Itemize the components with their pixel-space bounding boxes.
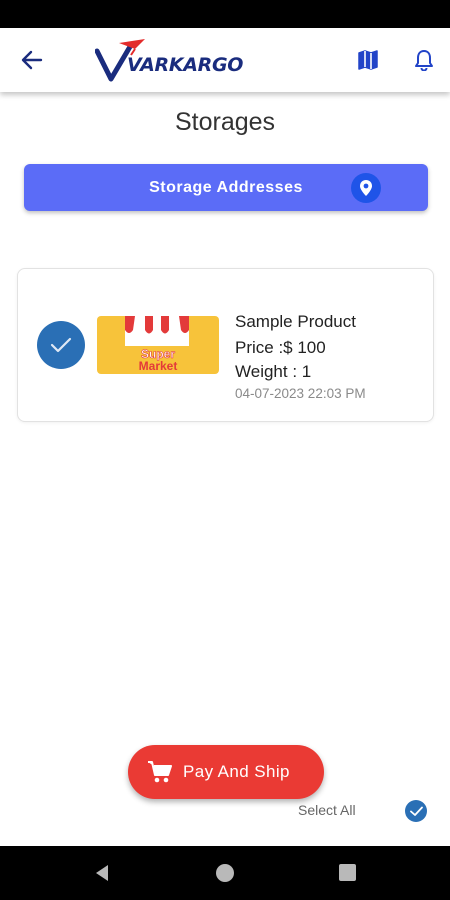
system-navigation-bar bbox=[0, 846, 450, 900]
product-image: Super Market bbox=[97, 316, 219, 374]
storage-addresses-button[interactable]: Storage Addresses bbox=[24, 164, 428, 211]
logo-text: VARKARGO bbox=[127, 54, 244, 76]
back-button[interactable] bbox=[14, 44, 50, 76]
bell-icon bbox=[415, 50, 433, 71]
app-bar: VARKARGO bbox=[0, 28, 450, 92]
product-price: Price :$ 100 bbox=[235, 338, 326, 357]
nav-back-icon[interactable] bbox=[92, 863, 112, 883]
page-title: Storages bbox=[174, 108, 276, 136]
product-info: Sample Product Price :$ 100 Weight : 1 0… bbox=[235, 311, 425, 403]
map-button[interactable] bbox=[352, 44, 384, 76]
product-name: Sample Product bbox=[235, 312, 356, 331]
check-icon bbox=[50, 337, 72, 353]
item-select-checkbox[interactable] bbox=[37, 321, 85, 369]
supermarket-awning-icon: Super Market bbox=[125, 316, 189, 373]
status-bar bbox=[0, 0, 450, 28]
location-pin-icon bbox=[351, 173, 381, 203]
check-icon bbox=[409, 806, 423, 816]
app-logo: VARKARGO bbox=[95, 37, 244, 85]
nav-home-icon[interactable] bbox=[216, 864, 234, 882]
product-card[interactable]: Super Market Sample Product Price :$ 100… bbox=[17, 268, 434, 422]
select-all-label: Select All bbox=[298, 802, 356, 818]
select-all-checkbox[interactable] bbox=[405, 800, 427, 822]
product-date: 04-07-2023 22:03 PM bbox=[235, 386, 366, 401]
cart-icon bbox=[148, 761, 172, 783]
nav-recents-icon[interactable] bbox=[339, 864, 356, 881]
product-weight: Weight : 1 bbox=[235, 362, 312, 381]
notifications-button[interactable] bbox=[408, 44, 440, 76]
image-text-line2: Market bbox=[139, 359, 178, 373]
pay-and-ship-button[interactable]: Pay And Ship bbox=[128, 745, 324, 799]
pay-and-ship-label: Pay And Ship bbox=[183, 762, 290, 781]
map-icon bbox=[358, 50, 378, 70]
arrow-back-icon bbox=[21, 50, 43, 70]
